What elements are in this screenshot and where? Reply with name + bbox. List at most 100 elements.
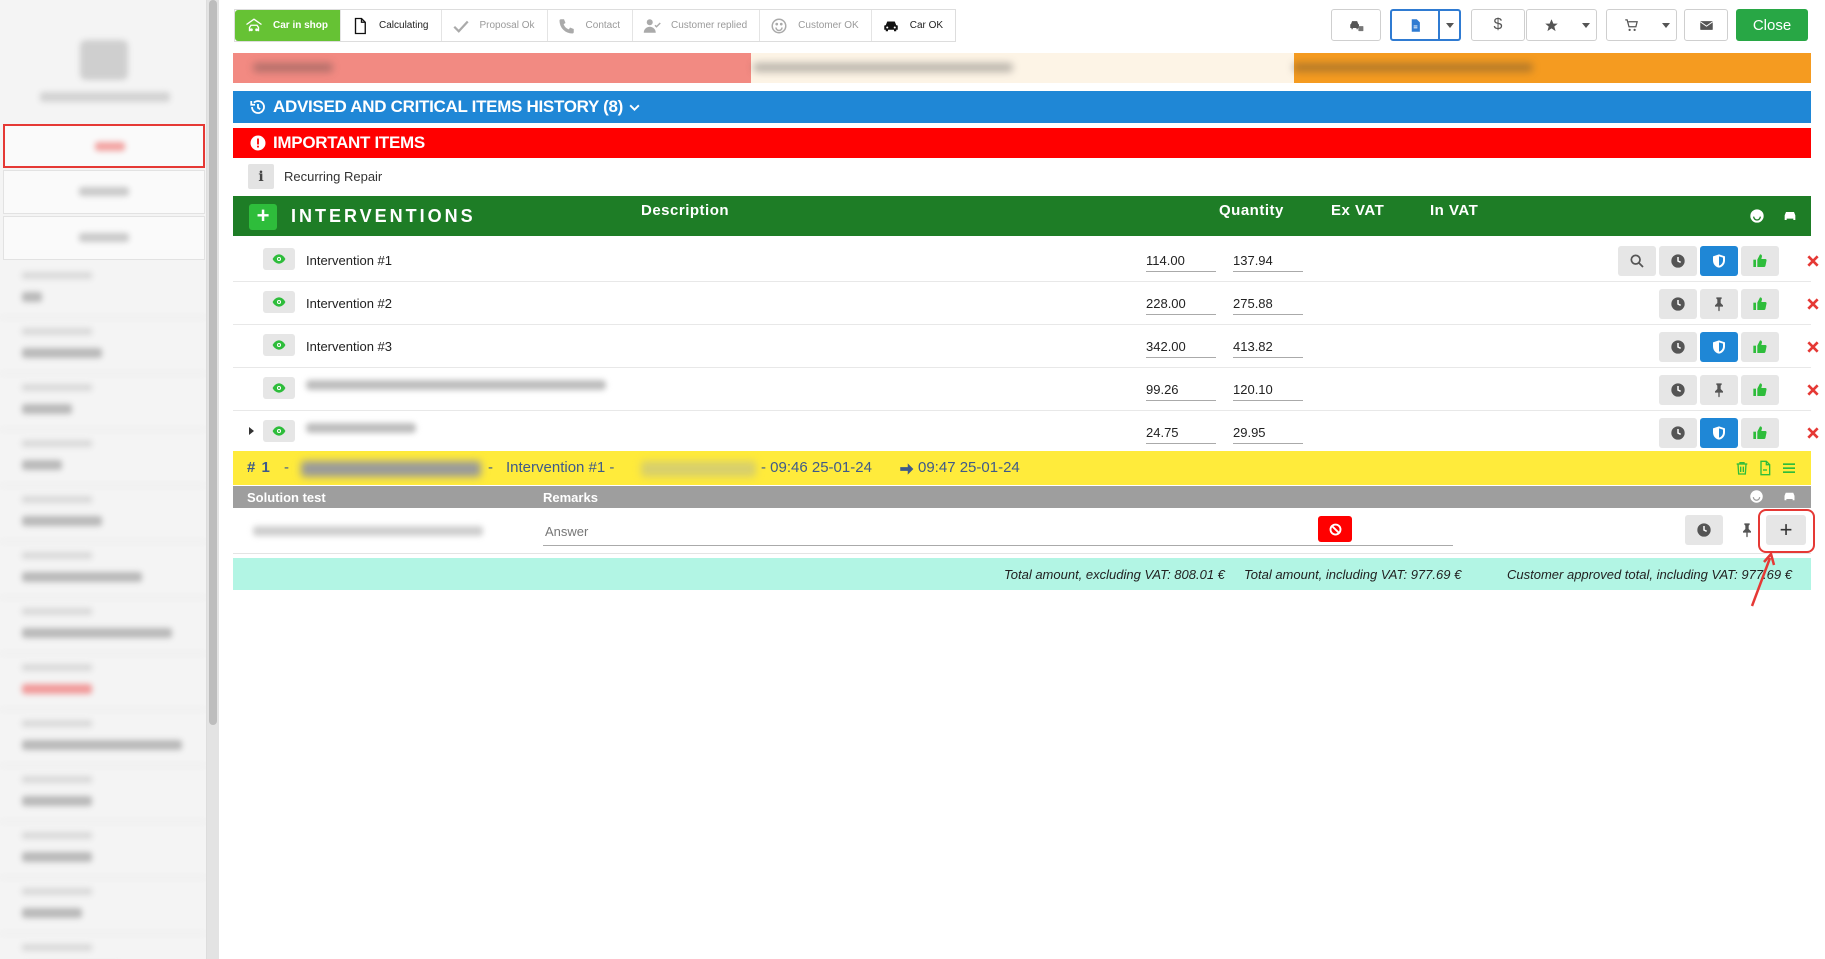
email-button[interactable] bbox=[1684, 9, 1728, 41]
step-contact[interactable]: Contact bbox=[547, 10, 633, 41]
search-button[interactable] bbox=[1618, 246, 1656, 276]
cart-icon bbox=[1624, 18, 1638, 31]
pdf-icon[interactable] bbox=[1757, 460, 1773, 476]
delete-x-icon bbox=[1807, 384, 1819, 396]
step-customer-ok[interactable]: Customer OK bbox=[760, 10, 872, 41]
intervention-row[interactable]: Intervention #1 114.00 137.94 bbox=[233, 239, 1819, 282]
intervention-row[interactable]: 99.26 120.10 bbox=[233, 368, 1819, 411]
intervention-row[interactable]: Intervention #2 228.00 275.88 bbox=[233, 282, 1819, 325]
reject-button[interactable] bbox=[1318, 516, 1352, 542]
visibility-toggle[interactable] bbox=[263, 334, 295, 356]
sidebar-scrollbar-thumb[interactable] bbox=[209, 0, 217, 725]
step-car-ok[interactable]: Car OK bbox=[871, 10, 956, 41]
recurring-label: Recurring Repair bbox=[284, 169, 383, 184]
visibility-toggle[interactable] bbox=[263, 377, 295, 399]
expand-caret-icon[interactable] bbox=[249, 427, 254, 435]
thumb-button[interactable] bbox=[1741, 332, 1779, 362]
star-icon bbox=[1544, 18, 1558, 31]
clock-button[interactable] bbox=[1659, 375, 1697, 405]
clock-button[interactable] bbox=[1659, 246, 1697, 276]
thumbs-up-icon bbox=[1753, 297, 1767, 310]
sidebar-logo-text bbox=[40, 92, 170, 102]
in-vat-value[interactable]: 413.82 bbox=[1233, 339, 1303, 358]
sidebar-tab-3[interactable] bbox=[3, 216, 205, 260]
add-intervention-button[interactable]: + bbox=[249, 204, 277, 230]
solution-intervention: Intervention #1 - bbox=[506, 459, 615, 476]
info-icon[interactable]: i bbox=[248, 164, 274, 189]
document-button[interactable] bbox=[1390, 9, 1440, 41]
delete-button[interactable] bbox=[1803, 375, 1823, 405]
price-button[interactable]: $ bbox=[1471, 9, 1525, 41]
check-icon bbox=[452, 17, 470, 35]
in-vat-value[interactable]: 120.10 bbox=[1233, 382, 1303, 401]
delete-button[interactable] bbox=[1803, 246, 1823, 276]
blurred-label bbox=[641, 461, 756, 477]
car-icon bbox=[1784, 212, 1796, 220]
shield-button[interactable] bbox=[1700, 332, 1738, 362]
visibility-toggle[interactable] bbox=[263, 291, 295, 313]
sidebar-tab-1[interactable] bbox=[3, 124, 205, 168]
ex-vat-value[interactable]: 342.00 bbox=[1146, 339, 1216, 358]
car-wrench-icon bbox=[1349, 20, 1363, 31]
close-button[interactable]: Close bbox=[1736, 9, 1808, 41]
document-icon bbox=[351, 17, 369, 35]
eye-icon bbox=[272, 254, 286, 264]
solution-clock-button[interactable] bbox=[1685, 515, 1723, 545]
eye-icon bbox=[272, 297, 286, 307]
thumb-button[interactable] bbox=[1741, 289, 1779, 319]
sidebar-field bbox=[0, 934, 206, 959]
workflow-steps: Car in shop Calculating Proposal Ok Cont… bbox=[234, 9, 957, 42]
car-service-button[interactable] bbox=[1331, 9, 1381, 41]
delete-button[interactable] bbox=[1803, 289, 1823, 319]
clock-icon bbox=[1671, 297, 1685, 311]
ex-vat-value[interactable]: 228.00 bbox=[1146, 296, 1216, 315]
pin-icon bbox=[1715, 297, 1723, 312]
step-proposal-ok[interactable]: Proposal Ok bbox=[441, 10, 548, 41]
intervention-row[interactable]: Intervention #3 342.00 413.82 bbox=[233, 325, 1819, 368]
answer-input[interactable] bbox=[543, 518, 1453, 546]
intervention-name: Intervention #2 bbox=[306, 296, 393, 311]
cart-button[interactable] bbox=[1606, 9, 1656, 41]
in-vat-value[interactable]: 275.88 bbox=[1233, 296, 1303, 315]
visibility-toggle[interactable] bbox=[263, 420, 295, 442]
pin-button[interactable] bbox=[1700, 289, 1738, 319]
ex-vat-value[interactable]: 114.00 bbox=[1146, 253, 1216, 272]
trash-icon[interactable] bbox=[1734, 460, 1750, 476]
ex-vat-value[interactable]: 24.75 bbox=[1146, 425, 1216, 444]
pin-button[interactable] bbox=[1700, 375, 1738, 405]
document-dropdown-caret[interactable] bbox=[1439, 9, 1461, 41]
thumb-button[interactable] bbox=[1741, 418, 1779, 448]
step-label: Car OK bbox=[909, 20, 944, 31]
thumbs-up-icon bbox=[1753, 254, 1767, 267]
step-customer-replied[interactable]: Customer replied bbox=[633, 10, 761, 41]
history-bar[interactable]: ADVISED AND CRITICAL ITEMS HISTORY (8) bbox=[233, 91, 1811, 123]
sidebar-logo bbox=[80, 40, 128, 80]
shield-icon bbox=[1713, 426, 1725, 440]
shield-button[interactable] bbox=[1700, 246, 1738, 276]
step-calculating[interactable]: Calculating bbox=[341, 10, 442, 41]
thumb-button[interactable] bbox=[1741, 375, 1779, 405]
clock-button[interactable] bbox=[1659, 418, 1697, 448]
in-vat-value[interactable]: 137.94 bbox=[1233, 253, 1303, 272]
favorite-button[interactable] bbox=[1526, 9, 1576, 41]
in-vat-value[interactable]: 29.95 bbox=[1233, 425, 1303, 444]
clock-button[interactable] bbox=[1659, 332, 1697, 362]
clock-icon bbox=[1697, 523, 1711, 537]
thumb-button[interactable] bbox=[1741, 246, 1779, 276]
delete-button[interactable] bbox=[1803, 418, 1823, 448]
customer-sidebar bbox=[0, 0, 207, 959]
total-excluding-vat: Total amount, excluding VAT: 808.01 € bbox=[1004, 567, 1225, 582]
visibility-toggle[interactable] bbox=[263, 248, 295, 270]
ex-vat-value[interactable]: 99.26 bbox=[1146, 382, 1216, 401]
sidebar-tab-2[interactable] bbox=[3, 170, 205, 214]
cart-dropdown-caret[interactable] bbox=[1655, 9, 1677, 41]
clock-button[interactable] bbox=[1659, 289, 1697, 319]
menu-icon[interactable] bbox=[1781, 460, 1797, 476]
delete-button[interactable] bbox=[1803, 332, 1823, 362]
favorite-dropdown-caret[interactable] bbox=[1575, 9, 1597, 41]
col-quantity: Quantity bbox=[1219, 202, 1284, 219]
shield-button[interactable] bbox=[1700, 418, 1738, 448]
step-car-in-shop[interactable]: Car in shop bbox=[235, 10, 342, 41]
envelope-icon bbox=[1699, 20, 1713, 30]
intervention-row[interactable]: 24.75 29.95 bbox=[233, 411, 1819, 454]
